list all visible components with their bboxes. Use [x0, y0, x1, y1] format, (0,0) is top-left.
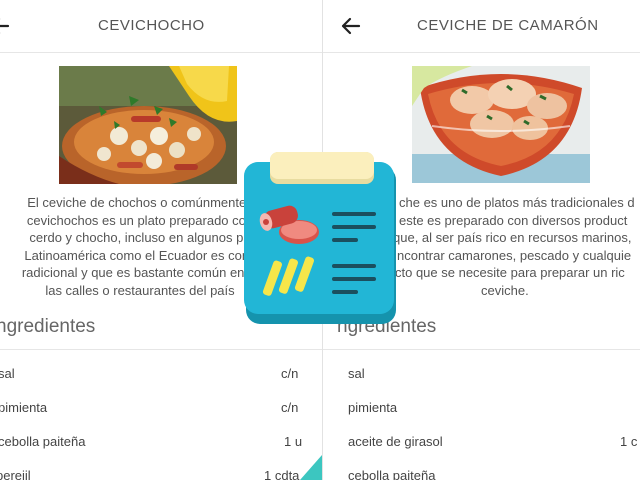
corner-decoration: [300, 455, 322, 480]
ingredient-name: aceite de girasol: [348, 434, 443, 449]
recipe-clipboard-app-icon: [244, 152, 398, 326]
ingredient-row: pimienta: [323, 400, 640, 434]
ingredient-name: sal: [348, 366, 365, 381]
description-line: cto que se necesite para preparar un ric: [395, 265, 625, 281]
app-bar: CEVICHE DE CAMARÓN: [323, 0, 640, 53]
page-title: CEVICHOCHO: [98, 17, 205, 34]
description-line: que, al ser país rico en recursos marino…: [393, 230, 632, 246]
page-title: CEVICHE DE CAMARÓN: [417, 17, 599, 34]
ingredient-quantity: 1 u: [284, 434, 303, 449]
ingredient-quantity: c/n: [281, 400, 299, 415]
description-line: che es uno de platos más tradicionales d: [399, 195, 635, 210]
ingredient-name: cebolla paiteña: [0, 434, 86, 449]
recipe-photo: [59, 66, 237, 184]
divider: [0, 349, 322, 350]
ingredient-name: perejil: [0, 468, 31, 480]
app-bar: CEVICHOCHO: [0, 0, 322, 53]
ingredient-quantity: 1 cdta: [264, 468, 300, 480]
ingredients-heading: ngredientes: [0, 316, 96, 337]
back-arrow-icon[interactable]: [0, 14, 12, 38]
ingredient-quantity: 1 c: [620, 434, 638, 449]
ingredient-row: sal: [323, 366, 640, 400]
recipe-photo: [412, 66, 590, 183]
description-line: ncontrar camarones, pescado y cualquie: [397, 247, 632, 263]
ingredient-row: sal c/n: [0, 366, 322, 400]
ingredient-quantity: c/n: [281, 366, 299, 381]
ingredient-name: sal: [0, 366, 15, 381]
ingredient-name: cebolla paiteña: [348, 468, 436, 480]
ingredient-row: cebolla paiteña: [323, 468, 640, 480]
ingredient-row: perejil 1 cdta: [0, 468, 322, 480]
description-line: ceviche.: [481, 282, 529, 298]
ingredient-row: aceite de girasol 1 c: [323, 434, 640, 468]
ingredient-name: pimienta: [0, 400, 48, 415]
divider: [323, 349, 640, 350]
ingredient-row: cebolla paiteña 1 u: [0, 434, 322, 468]
description-line: este es preparado con diversos product: [399, 212, 628, 228]
ingredient-row: pimienta c/n: [0, 400, 322, 434]
ingredient-name: pimienta: [348, 400, 398, 415]
recipe-description: che es uno de platos más tradicionales d…: [371, 194, 640, 300]
back-arrow-icon[interactable]: [339, 14, 363, 38]
